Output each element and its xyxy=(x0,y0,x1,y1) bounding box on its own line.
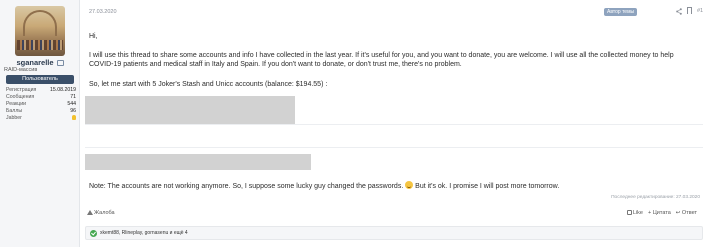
stat-value: 71 xyxy=(70,94,76,100)
share-icon[interactable] xyxy=(676,8,682,15)
stat-reactions: Реакции 544 xyxy=(6,101,76,108)
avatar-arch xyxy=(23,10,57,36)
lightbulb-icon[interactable] xyxy=(72,115,76,120)
user-title: RAID-массив xyxy=(4,67,38,73)
thumbs-up-icon xyxy=(626,210,632,215)
report-label: Жалоба xyxy=(94,210,115,216)
divider xyxy=(85,147,703,148)
avatar-figures xyxy=(17,40,63,50)
stat-registration: Регистрация 15.08.2019 xyxy=(6,87,76,94)
like-label: Like xyxy=(632,210,643,216)
post-number[interactable]: #1 xyxy=(697,8,703,14)
user-stats: Регистрация 15.08.2019 Сообщения 71 Реак… xyxy=(6,87,76,122)
redacted-block xyxy=(85,96,295,124)
author-badge: Автор темы xyxy=(604,8,638,16)
message-icon[interactable] xyxy=(56,60,64,66)
post-note: Note: The accounts are not working anymo… xyxy=(89,181,559,191)
like-button[interactable]: Like xyxy=(626,210,643,216)
stat-value: 15.08.2019 xyxy=(50,87,76,93)
reactions-list[interactable]: xkemt88, Rlineplay, gornasenu и ещё 4 xyxy=(100,230,188,236)
post-paragraph: I will use this thread to share some acc… xyxy=(89,52,674,69)
note-text: Note: The accounts are not working anymo… xyxy=(89,183,404,190)
stat-points: Баллы 96 xyxy=(6,108,76,115)
role-badge: Пользователь xyxy=(6,75,74,84)
stat-label: Регистрация xyxy=(6,87,37,93)
reply-button[interactable]: ↩ Ответ xyxy=(676,210,697,216)
stat-jabber: Jabber xyxy=(6,115,76,122)
post-intro: So, let me start with 5 Joker's Stash an… xyxy=(89,81,328,88)
stat-value: 96 xyxy=(70,108,76,114)
username-row: sganarelle xyxy=(0,58,80,67)
quote-button[interactable]: + Цитата xyxy=(648,210,671,216)
bookmark-icon[interactable] xyxy=(687,7,692,14)
stat-value: 544 xyxy=(67,101,76,107)
reactions-bar[interactable]: xkemt88, Rlineplay, gornasenu и ещё 4 xyxy=(85,226,703,240)
note-text: But it's ok. I promise I will post more … xyxy=(415,183,560,190)
smile-emoji-icon xyxy=(405,181,414,189)
reaction-check-icon xyxy=(90,230,97,237)
stat-messages: Сообщения 71 xyxy=(6,94,76,101)
stat-label: Реакции xyxy=(6,101,27,107)
stat-label: Сообщения xyxy=(6,94,35,100)
post-actions: Жалоба Like + Цитата ↩ Ответ xyxy=(85,208,703,220)
post: 27.03.2020 Автор темы #1 Hi, I will use … xyxy=(81,0,708,247)
post-date[interactable]: 27.03.2020 xyxy=(89,9,117,15)
report-button[interactable]: Жалоба xyxy=(87,210,115,216)
right-actions: Like + Цитата ↩ Ответ xyxy=(626,210,697,216)
user-sidebar: sganarelle RAID-массив Пользователь Реги… xyxy=(0,0,80,247)
username-link[interactable]: sganarelle xyxy=(16,58,53,67)
post-greeting: Hi, xyxy=(89,33,98,40)
stat-label: Jabber xyxy=(6,115,22,121)
edited-note: Последнее редактирование: 27.03.2020 xyxy=(611,195,700,200)
divider xyxy=(85,124,703,125)
redacted-block xyxy=(85,154,311,170)
avatar[interactable] xyxy=(15,6,65,56)
stat-label: Баллы xyxy=(6,108,23,114)
warning-icon xyxy=(87,210,93,215)
